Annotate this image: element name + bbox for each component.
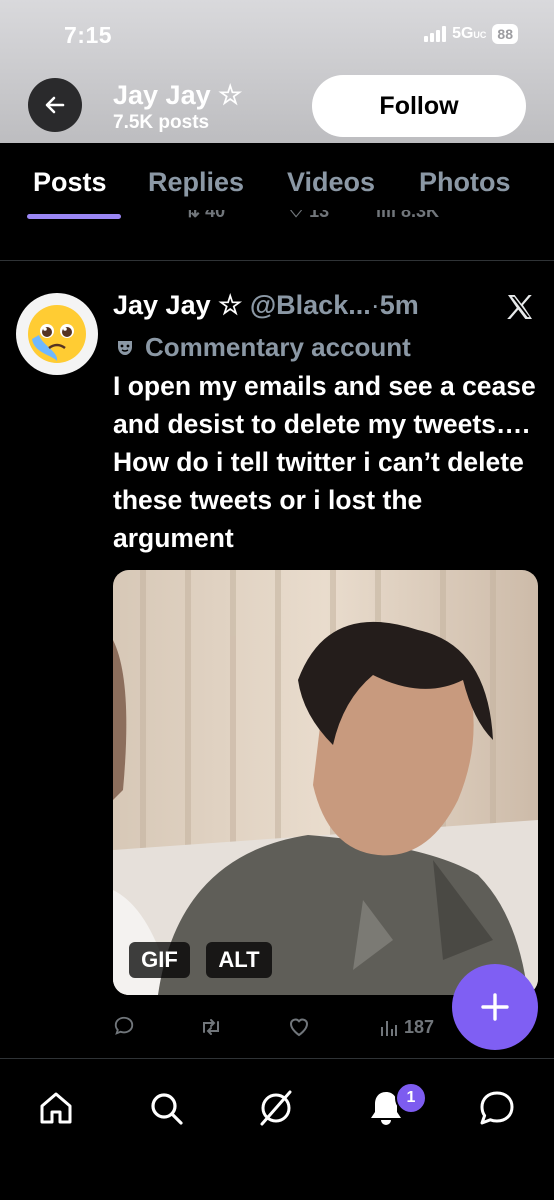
previous-like-count[interactable]: ♡ 13 <box>288 210 329 222</box>
like-icon[interactable] <box>287 1015 311 1039</box>
plus-icon <box>481 993 509 1021</box>
bottom-nav-divider <box>0 1058 554 1059</box>
x-logo-icon[interactable] <box>504 291 536 323</box>
gif-frame-image <box>113 570 538 995</box>
tweet-text: I open my emails and see a cease and des… <box>113 371 536 553</box>
tweet-header: Jay Jay ☆ @Black...·5m <box>113 290 419 321</box>
status-time: 7:15 <box>64 22 113 48</box>
tweet-author-name[interactable]: Jay Jay ☆ <box>113 290 242 320</box>
alt-text-button[interactable]: ALT <box>206 942 272 978</box>
retweet-icon[interactable] <box>199 1015 223 1039</box>
tweet-separator: · <box>370 290 380 320</box>
view-count-value: 187 <box>404 1017 435 1037</box>
pleading-face-emoji-icon <box>28 305 86 363</box>
grok-icon[interactable] <box>256 1088 296 1128</box>
profile-name: Jay Jay ☆ <box>113 80 243 110</box>
network-label: 5GUC <box>452 25 487 42</box>
follow-button[interactable]: Follow <box>312 75 526 137</box>
previous-retweet-count[interactable]: ⇅ 40 <box>185 210 225 222</box>
gif-badge: GIF <box>129 942 190 978</box>
tweet-author-handle[interactable]: @Black... <box>250 290 371 320</box>
views-icon <box>381 1020 397 1036</box>
account-label: Commentary account <box>145 332 411 362</box>
tab-videos[interactable]: Videos <box>287 167 375 198</box>
theater-masks-icon <box>118 340 132 355</box>
battery-indicator: 88 <box>492 24 518 44</box>
home-icon[interactable] <box>36 1088 76 1128</box>
tab-posts[interactable]: Posts <box>33 167 107 198</box>
messages-icon[interactable] <box>477 1088 517 1128</box>
automated-label-row[interactable]: Commentary account <box>113 332 411 363</box>
arrow-left-icon <box>45 96 65 114</box>
previous-view-count[interactable]: ılıl 8.3K <box>376 210 439 222</box>
retweet-icon: ⇅ <box>185 210 201 221</box>
tab-replies[interactable]: Replies <box>148 167 244 198</box>
signal-icon <box>424 26 447 42</box>
reply-icon[interactable] <box>113 1015 135 1037</box>
tweet-timestamp[interactable]: 5m <box>380 290 419 320</box>
compose-button[interactable] <box>452 964 538 1050</box>
previous-post-actions: ⇅ 40 ♡ 13 ılıl 8.3K <box>0 210 554 232</box>
status-indicators: 5GUC 88 <box>424 24 518 44</box>
views-icon: ılıl <box>376 210 397 221</box>
avatar[interactable] <box>16 293 98 375</box>
post-divider <box>0 260 554 261</box>
heart-icon: ♡ <box>288 210 305 221</box>
notification-badge: 1 <box>395 1082 427 1114</box>
tab-photos[interactable]: Photos <box>419 167 511 198</box>
tweet-media-gif[interactable] <box>113 570 538 995</box>
view-count[interactable]: 187 <box>380 1017 434 1038</box>
profile-post-count: 7.5K posts <box>113 112 210 133</box>
back-button[interactable] <box>28 78 82 132</box>
search-icon[interactable] <box>146 1088 186 1128</box>
